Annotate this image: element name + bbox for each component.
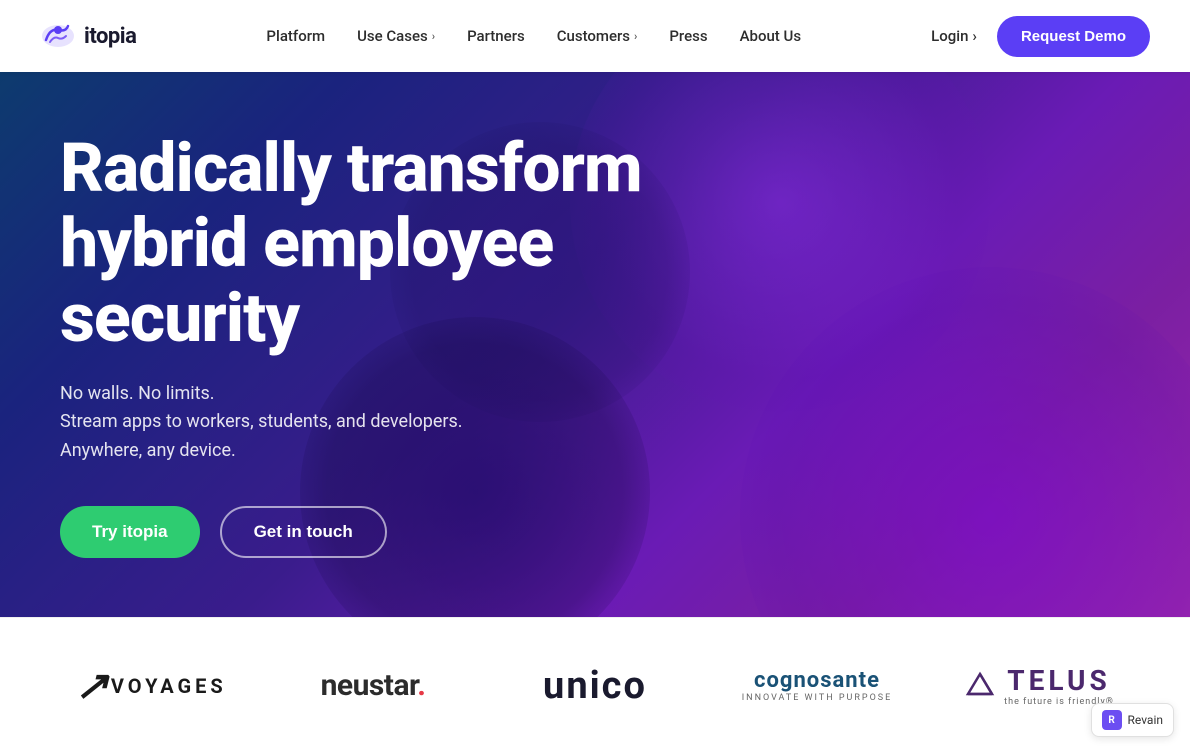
nav-link-customers[interactable]: Customers › [557,27,638,45]
logos-bar: ↗ VOYAGES neustar. unico cognosante INNO… [0,617,1190,753]
nav-link-about-us[interactable]: About Us [740,27,802,45]
request-demo-button[interactable]: Request Demo [997,16,1150,57]
telus-logo-icon [964,670,996,702]
nav-right: Login › Request Demo [931,16,1150,57]
voyages-logo-text: VOYAGES [111,674,227,698]
nav-item-partners[interactable]: Partners [467,27,525,45]
logo-link[interactable]: itopia [40,22,136,50]
logo-telus: TELUS the future is friendly® [928,664,1150,707]
logo-cognosante: cognosante INNOVATE WITH PURPOSE [706,668,928,703]
chevron-right-icon: › [972,27,977,45]
get-in-touch-button[interactable]: Get in touch [220,506,387,558]
cognosante-logo-sub: INNOVATE WITH PURPOSE [742,693,893,703]
nav-item-customers[interactable]: Customers › [557,27,638,45]
nav-links: Platform Use Cases › Partners Customers … [266,27,801,45]
hero-section: Radically transform hybrid employee secu… [0,72,1190,617]
cognosante-logo-text: cognosante [742,668,893,693]
nav-item-press[interactable]: Press [669,27,707,45]
nav-item-about-us[interactable]: About Us [740,27,802,45]
nav-link-use-cases[interactable]: Use Cases › [357,27,435,45]
logo-text: itopia [84,24,136,49]
nav-item-platform[interactable]: Platform [266,27,325,45]
unico-logo-text: unico [543,664,647,708]
nav-link-platform[interactable]: Platform [266,27,325,45]
telus-logo-text: TELUS [1004,664,1114,697]
hero-subtext: No walls. No limits. Stream apps to work… [60,380,690,466]
hero-content: Radically transform hybrid employee secu… [0,131,750,558]
hero-buttons: Try itopia Get in touch [60,506,690,558]
voyages-v-icon: ↗ [75,666,109,706]
try-itopia-button[interactable]: Try itopia [60,506,200,558]
logo-unico: unico [484,664,706,708]
chevron-down-icon: › [432,30,435,43]
login-link[interactable]: Login › [931,27,977,45]
revain-badge: R Revain [1091,703,1174,737]
revain-label: Revain [1128,713,1163,727]
neustar-logo-text: neustar. [321,668,426,703]
hero-heading: Radically transform hybrid employee secu… [60,131,690,355]
chevron-down-icon: › [634,30,637,43]
nav-link-partners[interactable]: Partners [467,27,525,45]
navbar: itopia Platform Use Cases › Partners Cus… [0,0,1190,72]
nav-item-use-cases[interactable]: Use Cases › [357,27,435,45]
revain-icon: R [1102,710,1122,730]
nav-link-press[interactable]: Press [669,27,707,45]
logo-neustar: neustar. [262,668,484,703]
logo-voyages: ↗ VOYAGES [40,666,262,706]
logo-icon [40,22,76,50]
